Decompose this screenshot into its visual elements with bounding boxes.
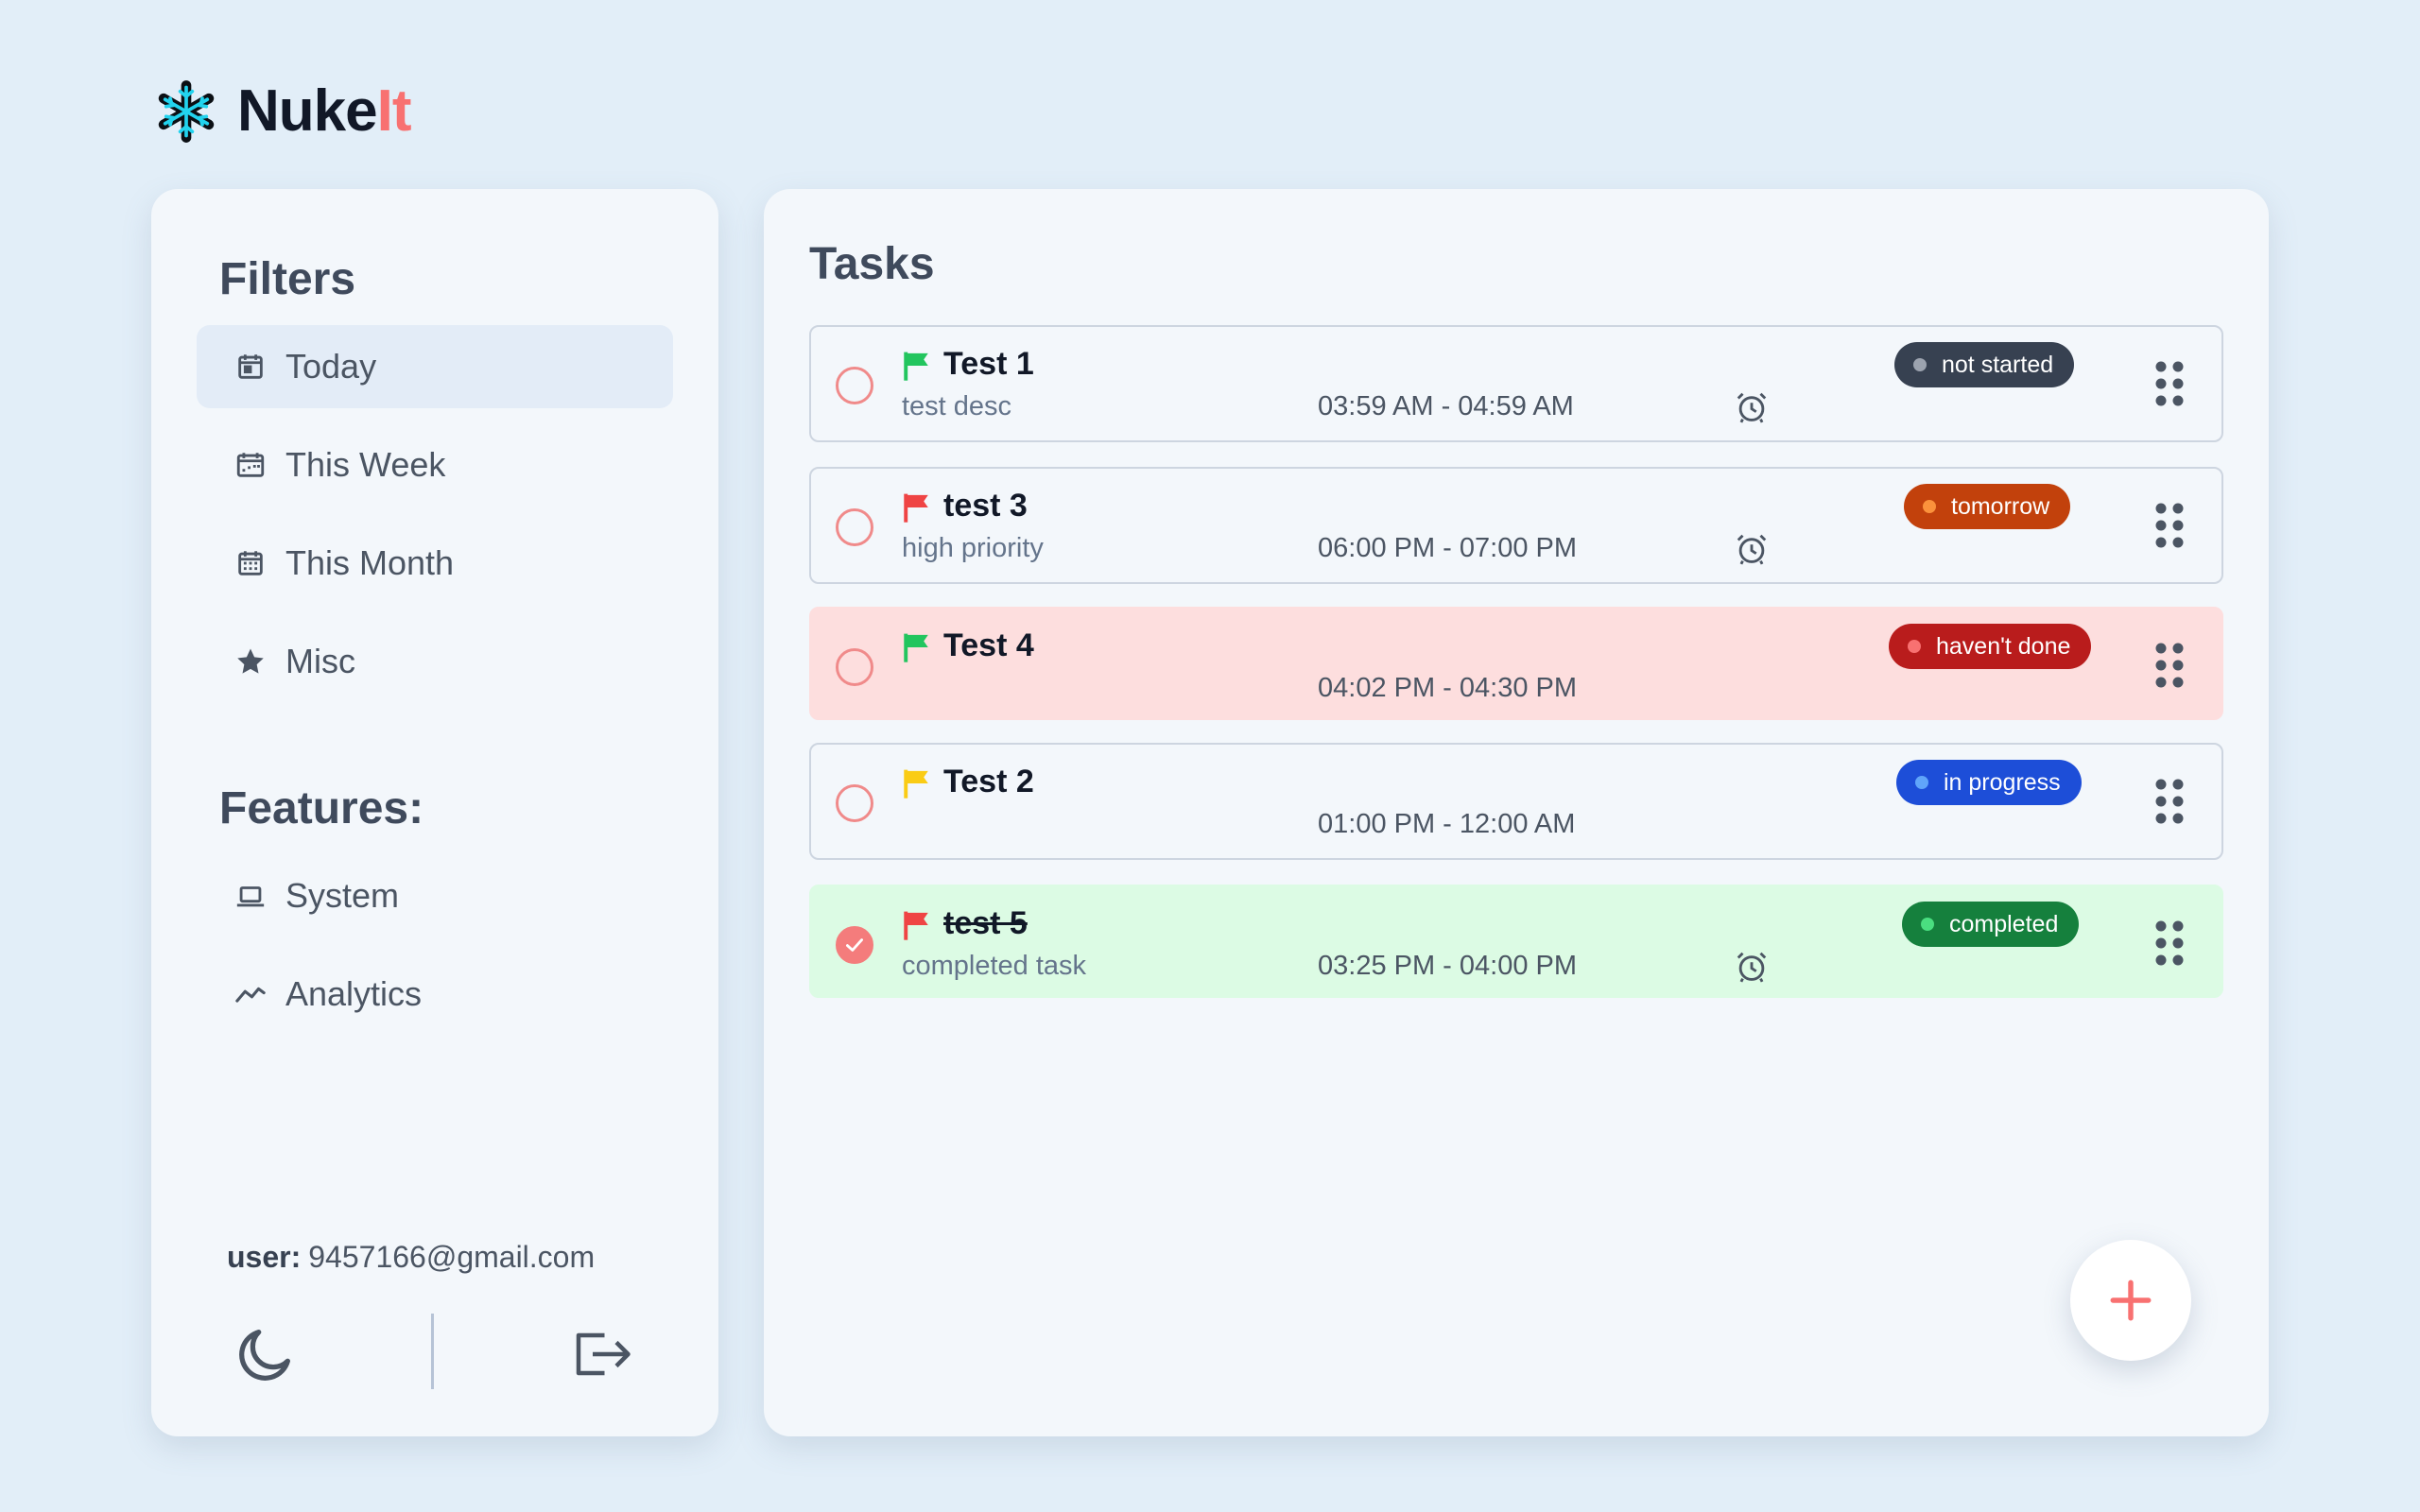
page-title: Tasks (809, 239, 935, 289)
alarm-clock-icon (1737, 952, 1767, 983)
task-title: Test 4 (943, 627, 1034, 663)
filter-label: This Week (285, 445, 446, 484)
flag-icon (904, 633, 928, 662)
feature-label: System (285, 876, 400, 915)
filters-title: Filters (219, 254, 356, 304)
task-time: 03:25 PM - 04:00 PM (1318, 951, 1578, 981)
filter-label: Misc (285, 642, 355, 680)
status-badge: haven't done (1889, 624, 2092, 669)
task-checkbox[interactable] (836, 508, 873, 546)
user-info: user: 9457166@gmail.com (227, 1240, 595, 1275)
app-name: NukeIt (237, 78, 411, 144)
drag-handle-icon[interactable] (2153, 777, 2186, 826)
footer-divider (431, 1314, 434, 1389)
snowflake-icon (158, 79, 215, 143)
flag-icon (904, 493, 928, 523)
user-email: 9457166@gmail.com (308, 1240, 596, 1274)
task-checkbox[interactable] (836, 367, 873, 404)
task-row[interactable]: Test 2 01:00 PM - 12:00 AM in progress (809, 743, 2223, 860)
dark-mode-toggle[interactable] (233, 1321, 299, 1387)
alarm-clock-icon (1737, 534, 1767, 565)
calendar-day-icon (234, 351, 267, 383)
feature-label: Analytics (285, 974, 423, 1013)
task-row[interactable]: test 3 high priority 06:00 PM - 07:00 PM… (809, 467, 2223, 584)
app-logo: NukeIt (154, 77, 411, 145)
calendar-month-icon (234, 547, 267, 579)
task-time: 03:59 AM - 04:59 AM (1318, 391, 1574, 421)
flag-icon (904, 911, 928, 940)
task-description: completed task (902, 951, 1087, 981)
logout-icon (576, 1332, 631, 1376)
feature-analytics[interactable]: Analytics (197, 953, 673, 1036)
filter-label: This Month (285, 543, 455, 582)
star-icon (234, 645, 267, 678)
sidebar: Filters Today This Week This Month Misc … (151, 189, 718, 1436)
task-row[interactable]: Test 1 test desc 03:59 AM - 04:59 AM not… (809, 325, 2223, 442)
plus-icon (2110, 1280, 2152, 1321)
drag-handle-icon[interactable] (2153, 641, 2186, 690)
status-badge: tomorrow (1904, 484, 2071, 529)
task-checkbox[interactable] (836, 784, 873, 822)
drag-handle-icon[interactable] (2153, 359, 2186, 408)
filter-this-week[interactable]: This Week (197, 423, 673, 507)
task-time: 06:00 PM - 07:00 PM (1318, 533, 1578, 563)
filter-today[interactable]: Today (197, 325, 673, 408)
task-title: Test 1 (943, 346, 1034, 382)
calendar-week-icon (234, 449, 267, 481)
task-time: 01:00 PM - 12:00 AM (1318, 809, 1576, 839)
flag-icon (904, 769, 928, 799)
filter-this-month[interactable]: This Month (197, 522, 673, 605)
checkmark-icon (846, 938, 863, 952)
task-checkbox[interactable] (836, 648, 873, 686)
flag-icon (904, 352, 928, 381)
trend-line-icon (234, 978, 267, 1010)
logout-button[interactable] (569, 1325, 635, 1383)
task-title: test 5 (943, 905, 1028, 941)
drag-handle-icon[interactable] (2153, 919, 2186, 968)
task-row[interactable]: test 5 completed task 03:25 PM - 04:00 P… (809, 885, 2223, 998)
task-title: Test 2 (943, 764, 1034, 799)
feature-system[interactable]: System (197, 854, 673, 937)
filter-label: Today (285, 347, 377, 386)
task-time: 04:02 PM - 04:30 PM (1318, 673, 1578, 703)
task-checkbox[interactable] (836, 926, 873, 964)
task-description: test desc (902, 391, 1012, 421)
status-badge: not started (1894, 342, 2075, 387)
tasks-panel: Tasks Test 1 test desc 03:59 AM - 04:59 … (764, 189, 2269, 1436)
task-description: high priority (902, 533, 1044, 563)
status-badge: in progress (1896, 760, 2082, 805)
laptop-icon (234, 880, 267, 912)
features-title: Features: (219, 783, 424, 833)
user-label: user: (227, 1240, 302, 1274)
alarm-clock-icon (1737, 392, 1767, 423)
status-badge: completed (1902, 902, 2080, 947)
add-task-button[interactable] (2070, 1240, 2191, 1361)
filter-misc[interactable]: Misc (197, 620, 673, 703)
task-row[interactable]: Test 4 04:02 PM - 04:30 PM haven't done (809, 607, 2223, 720)
task-title: test 3 (943, 488, 1028, 524)
drag-handle-icon[interactable] (2153, 501, 2186, 550)
moon-icon (239, 1330, 290, 1381)
